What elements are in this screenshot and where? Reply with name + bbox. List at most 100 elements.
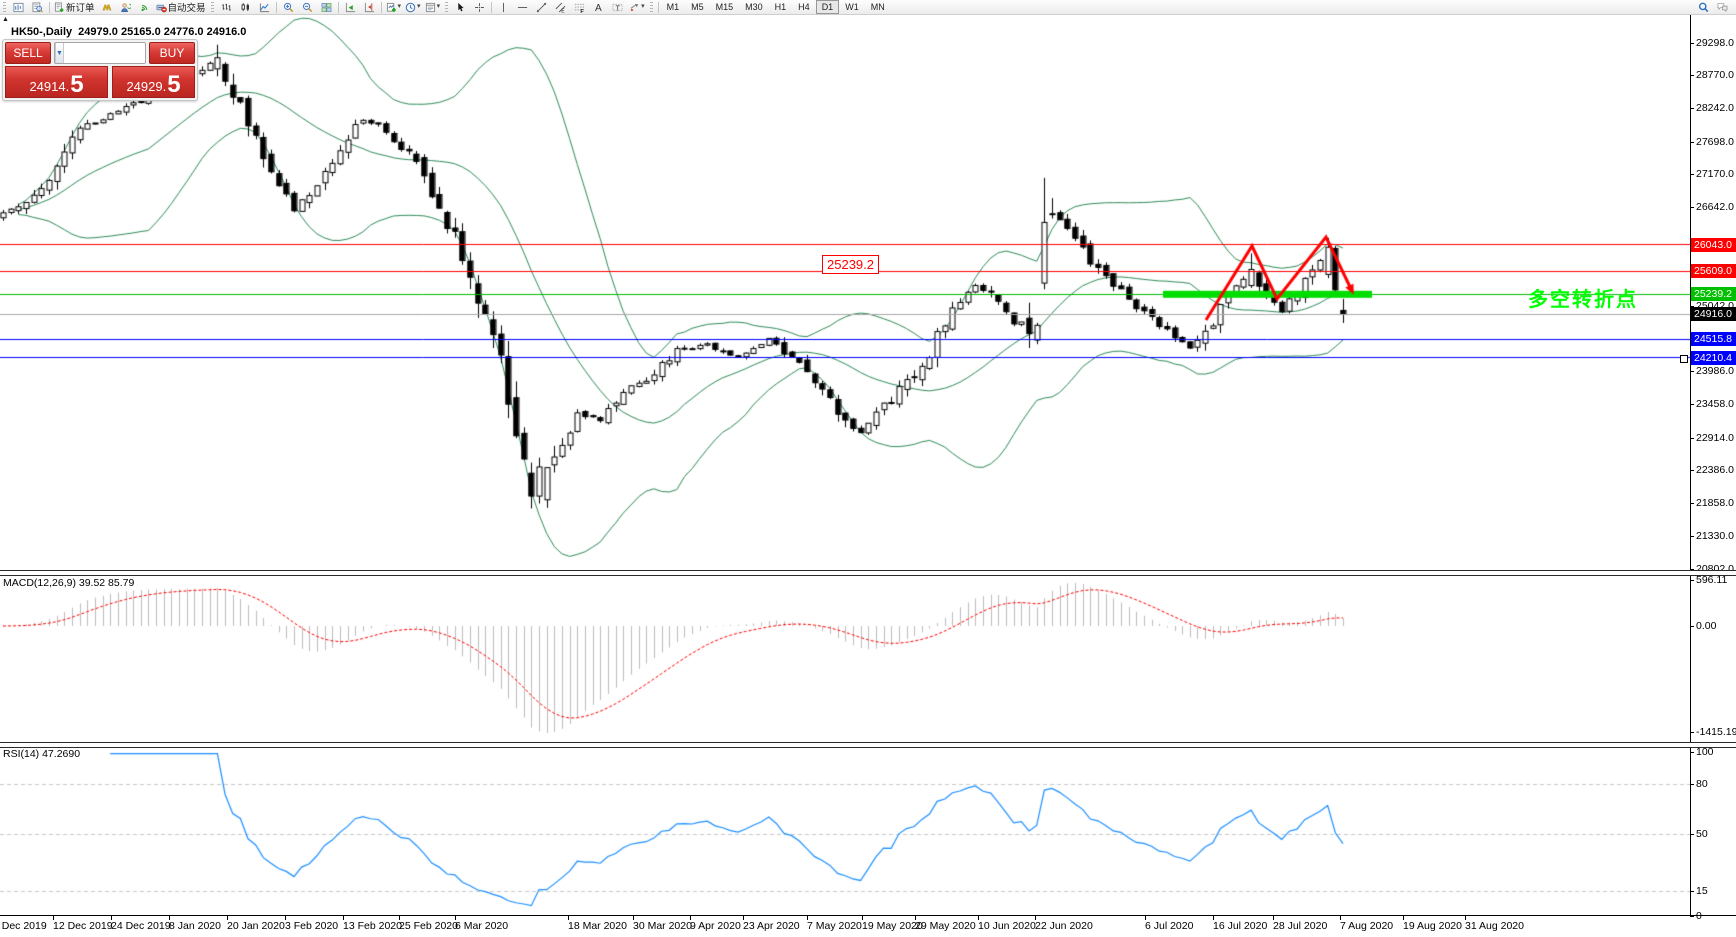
candlestick-chart-icon (240, 2, 251, 13)
arrows-button[interactable]: ▾ (627, 1, 647, 14)
buy-price-tile[interactable]: 24929. 5 (112, 66, 195, 98)
market-watch-button[interactable] (28, 1, 47, 14)
sell-button[interactable]: SELL (5, 42, 51, 64)
bar-chart-button[interactable] (217, 1, 236, 14)
autotrading-icon (155, 2, 167, 13)
auto-scroll-button[interactable] (341, 1, 360, 14)
line-chart-button[interactable] (255, 1, 274, 14)
toolbar-grip[interactable] (649, 2, 653, 12)
text-label-button[interactable]: T (608, 1, 627, 14)
toolbar-grip[interactable] (210, 2, 214, 12)
new-order-button[interactable]: 新订单 (52, 1, 97, 14)
chart-plot-canvas[interactable] (0, 14, 1690, 915)
price-tick-mark (1690, 470, 1694, 471)
toolbar-grip[interactable] (3, 2, 6, 12)
zoom-in-button[interactable] (279, 1, 298, 14)
chat-button[interactable] (1713, 1, 1732, 14)
price-tick-label: 28770.0 (1696, 69, 1734, 82)
tile-windows-button[interactable] (317, 1, 336, 14)
cursor-icon (455, 2, 466, 13)
chart-ohlc-values: 24979.0 25165.0 24776.0 24916.0 (78, 26, 247, 38)
timeframe-m5[interactable]: M5 (685, 0, 710, 14)
price-tick-label: 28242.0 (1696, 101, 1734, 114)
line-drag-handle[interactable] (1680, 355, 1688, 363)
date-label: 25 Feb 2020 (399, 920, 458, 932)
periods-button[interactable]: ▾ (403, 1, 423, 14)
rsi-tick-mark (1690, 834, 1694, 835)
chart-shift-marker[interactable]: ▲ (2, 16, 9, 23)
sell-price-tile[interactable]: 24914. 5 (5, 66, 108, 98)
equidistant-channel-button[interactable]: E (551, 1, 570, 14)
search-button[interactable] (1694, 1, 1713, 14)
price-tag: 24515.8 (1691, 332, 1736, 347)
toolbar-separator (491, 1, 493, 13)
timeframe-m1[interactable]: M1 (661, 0, 686, 14)
price-tick-mark (1690, 108, 1694, 109)
new-order-button-label: 新订单 (66, 3, 95, 14)
zoom-in-icon (283, 2, 294, 13)
price-tick-label: 21330.0 (1696, 529, 1734, 542)
signals-button[interactable] (135, 1, 154, 14)
price-tick-label: 21858.0 (1696, 497, 1734, 510)
macd-tick-mark (1690, 580, 1694, 581)
metaquotes-button[interactable] (97, 1, 116, 14)
price-tag: 24916.0 (1691, 307, 1736, 322)
pane-separator-macd[interactable] (0, 570, 1736, 576)
toolbar-grip[interactable] (445, 2, 449, 12)
svg-text:E: E (561, 8, 565, 12)
trendline-button[interactable] (532, 1, 551, 14)
vertical-line-button[interactable] (494, 1, 513, 14)
timeframe-h1[interactable]: H1 (769, 0, 793, 14)
date-label: 29 May 2020 (915, 920, 976, 932)
pane-separator-rsi[interactable] (0, 742, 1736, 748)
price-tick-label: 29298.0 (1696, 36, 1734, 49)
price-tick-mark (1690, 142, 1694, 143)
date-label: 13 Feb 2020 (343, 920, 402, 932)
text-label-icon: T (612, 2, 623, 13)
price-tag: 26043.0 (1691, 237, 1736, 252)
candlestick-chart-button[interactable] (236, 1, 255, 14)
templates-button[interactable]: ▾ (423, 1, 443, 14)
crosshair-button[interactable] (470, 1, 489, 14)
charts-button[interactable] (9, 1, 28, 14)
timeframe-w1[interactable]: W1 (839, 0, 865, 14)
date-label: 6 Jul 2020 (1145, 920, 1194, 932)
price-tick-label: 23458.0 (1696, 398, 1734, 411)
volume-decrease-button[interactable]: ▼ (55, 43, 64, 63)
volume-input[interactable] (63, 43, 145, 63)
fibonacci-icon: F (574, 2, 585, 13)
chat-icon (1717, 2, 1728, 13)
cursor-button[interactable] (451, 1, 470, 14)
timeframe-mn[interactable]: MN (865, 0, 891, 14)
price-tick-label: 22914.0 (1696, 431, 1734, 444)
timeframe-m15[interactable]: M15 (710, 0, 740, 14)
trendline-icon (536, 2, 547, 13)
timeframe-h4[interactable]: H4 (792, 0, 816, 14)
price-tick-label: 22386.0 (1696, 464, 1734, 477)
price-level-annotation[interactable]: 25239.2 (822, 255, 879, 274)
price-tick-label: 26642.0 (1696, 200, 1734, 213)
arrows-icon (629, 2, 640, 13)
date-label: 30 Mar 2020 (633, 920, 692, 932)
fibonacci-button[interactable]: F (570, 1, 589, 14)
chart-shift-button[interactable] (360, 1, 379, 14)
timeframe-m30[interactable]: M30 (739, 0, 769, 14)
price-tick-mark (1690, 43, 1694, 44)
buy-button[interactable]: BUY (149, 42, 195, 64)
autotrading-button[interactable]: 自动交易 (154, 1, 208, 14)
horizontal-line-button[interactable] (513, 1, 532, 14)
buy-price-main: 24929. (126, 79, 167, 94)
price-tick-label: 27170.0 (1696, 168, 1734, 181)
new-chart-button[interactable]: ▾ (384, 1, 404, 14)
community-icon (120, 2, 131, 13)
date-label: 7 Aug 2020 (1340, 920, 1394, 932)
toolbar-separator (380, 1, 382, 13)
chart-area: 29298.0 28770.0 28242.0 27698.0 27170.0 26642… (0, 0, 1736, 937)
turning-point-annotation[interactable]: 多空转折点 (1528, 283, 1638, 312)
toolbar-separator (337, 1, 339, 13)
community-button[interactable] (116, 1, 135, 14)
zoom-out-button[interactable] (298, 1, 317, 14)
timeframe-d1[interactable]: D1 (815, 0, 840, 14)
date-label: 28 Jul 2020 (1273, 920, 1328, 932)
text-button[interactable]: A (589, 1, 608, 14)
